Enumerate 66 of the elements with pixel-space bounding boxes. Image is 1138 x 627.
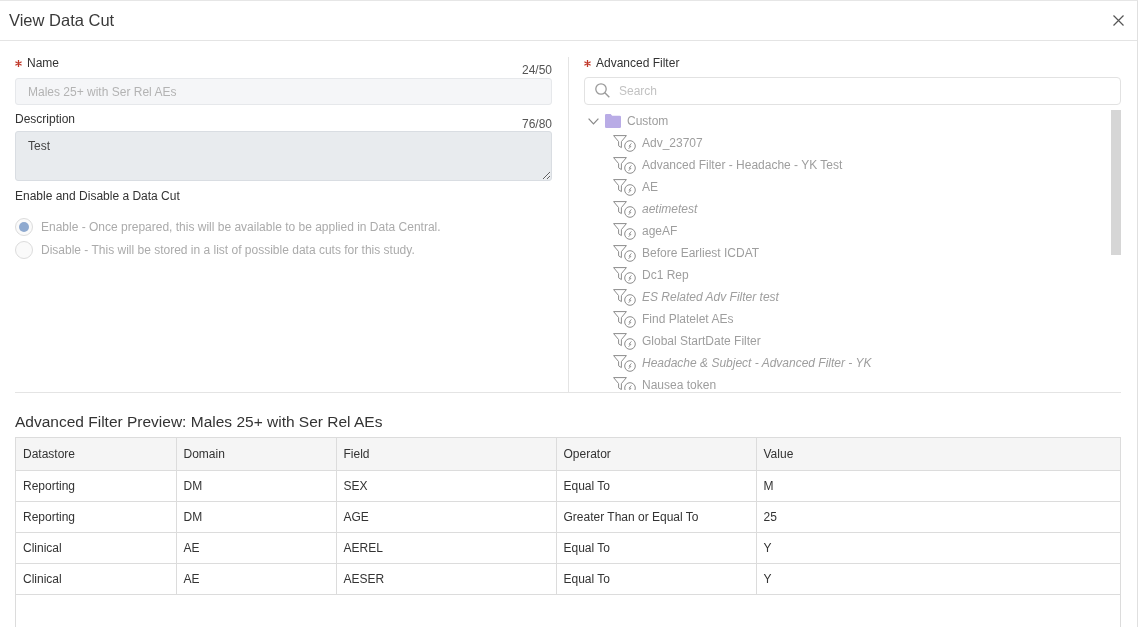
column-header: Datastore — [16, 438, 176, 471]
table-cell: Clinical — [16, 563, 176, 595]
close-icon — [1113, 15, 1124, 26]
table-cell: 25 — [756, 501, 1120, 533]
table-cell: DM — [176, 501, 336, 533]
filter-icon — [613, 134, 636, 152]
table-cell: Equal To — [556, 470, 756, 502]
preview-title: Advanced Filter Preview: Males 25+ with Ser Rel AEs — [15, 412, 384, 432]
table-cell: Equal To — [556, 563, 756, 595]
table-cell: AEREL — [336, 532, 556, 564]
tree-item[interactable]: aetimetest — [613, 198, 698, 220]
column-header: Value — [756, 438, 1120, 471]
field-label: Description — [15, 111, 76, 127]
char-counter: 76/80 — [521, 117, 552, 131]
radio-label: Disable - This will be stored in a list of possible data cuts for this study. — [41, 242, 415, 257]
tree-item[interactable]: ageAF — [613, 220, 678, 242]
table-cell: Greater Than or Equal To — [556, 501, 756, 533]
radio-label: Enable - Once prepared, this will be available to be applied in Data Central. — [41, 219, 441, 234]
search-icon — [595, 83, 610, 98]
table-cell: AE — [176, 563, 336, 595]
table-cell: AE — [176, 532, 336, 564]
scrollbar-thumb[interactable] — [1111, 110, 1121, 255]
filter-icon — [613, 354, 636, 372]
tree-item[interactable]: Before Earliest ICDAT — [613, 242, 760, 264]
tree-item[interactable]: Headache & Subject - Advanced Filter - YK — [613, 352, 872, 374]
tree-item[interactable]: Dc1 Rep — [613, 264, 689, 286]
field-label: Name — [27, 55, 59, 71]
table-cell: SEX — [336, 470, 556, 502]
tree-item[interactable]: Find Platelet AEs — [613, 308, 734, 330]
filter-icon — [613, 178, 636, 196]
table-cell: M — [756, 470, 1120, 502]
filter-icon — [613, 244, 636, 262]
filter-icon — [613, 376, 636, 390]
folder-icon — [605, 114, 621, 128]
table-cell: AGE — [336, 501, 556, 533]
table-cell: Clinical — [16, 532, 176, 564]
column-header: Field — [336, 438, 556, 471]
tree-item[interactable]: Advanced Filter - Headache - YK Test — [613, 154, 843, 176]
table-cell: Y — [756, 563, 1120, 595]
table-cell: Y — [756, 532, 1120, 564]
column-header: Domain — [176, 438, 336, 471]
table-cell: Reporting — [16, 470, 176, 502]
char-counter: 24/50 — [521, 63, 552, 77]
tree-item[interactable]: AE — [613, 176, 658, 198]
table-cell: DM — [176, 470, 336, 502]
tree-item[interactable]: Adv_23707 — [613, 132, 703, 154]
dialog-title: View Data Cut — [9, 11, 115, 30]
search-field[interactable]: Search — [584, 77, 1121, 105]
table-cell: Reporting — [16, 501, 176, 533]
description-textarea[interactable]: Test — [15, 131, 552, 181]
filter-icon — [613, 222, 636, 240]
filter-icon — [613, 310, 636, 328]
tree-folder-item[interactable]: Custom — [584, 110, 669, 132]
table-cell: AESER — [336, 563, 556, 595]
filter-icon — [613, 156, 636, 174]
filter-icon — [613, 266, 636, 284]
table-cell: Equal To — [556, 532, 756, 564]
tree-item[interactable]: Global StartDate Filter — [613, 330, 761, 352]
field-label: Advanced Filter — [596, 55, 680, 71]
filter-icon — [613, 288, 636, 306]
filter-icon — [613, 332, 636, 350]
column-header: Operator — [556, 438, 756, 471]
tree-item[interactable]: ES Related Adv Filter test — [613, 286, 779, 308]
filter-icon — [613, 200, 636, 218]
group-label: Enable and Disable a Data Cut — [15, 188, 181, 204]
tree-item[interactable]: Nausea token — [613, 374, 717, 390]
